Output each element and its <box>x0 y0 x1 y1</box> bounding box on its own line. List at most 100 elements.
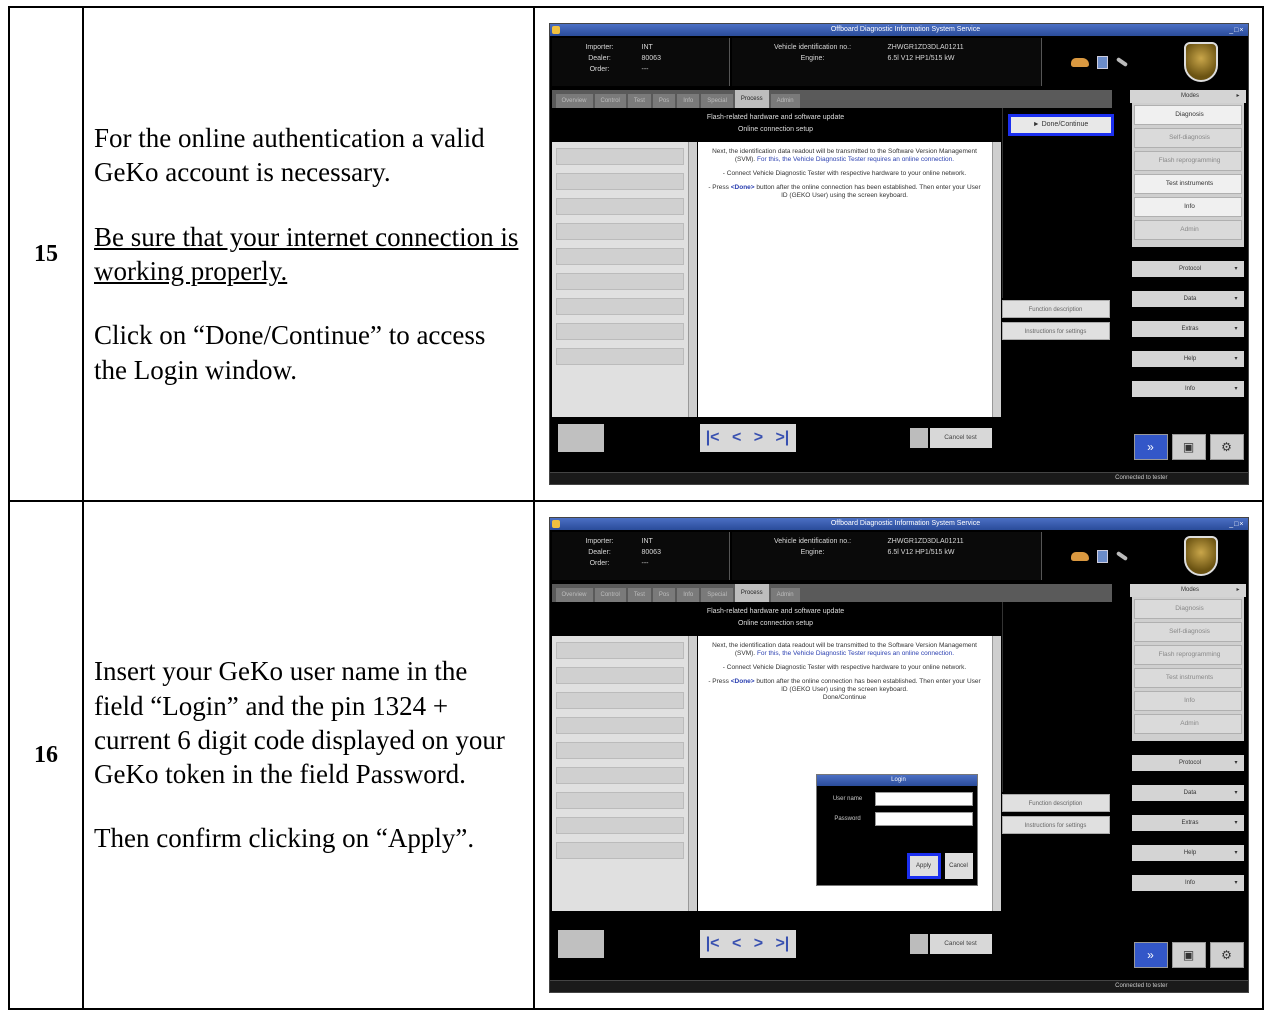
mode-self-diagnosis[interactable]: Self-diagnosis <box>1133 622 1242 642</box>
list-scrollbar[interactable] <box>687 636 697 911</box>
list-item[interactable] <box>555 642 684 659</box>
content-scrollbar[interactable] <box>991 636 1001 911</box>
cancel-test-button[interactable]: Cancel test <box>929 934 992 954</box>
modes-header[interactable]: Modes <box>1129 90 1246 103</box>
list-item[interactable] <box>555 148 684 165</box>
back-icon[interactable]: < <box>732 935 741 953</box>
function-description-button[interactable]: Function description <box>1001 300 1110 318</box>
mode-flash[interactable]: Flash reprogramming <box>1133 151 1242 171</box>
list-item[interactable] <box>555 767 684 784</box>
section-info[interactable]: Info <box>1131 381 1244 397</box>
section-extras[interactable]: Extras <box>1131 815 1244 831</box>
forward-icon[interactable]: > <box>754 935 763 953</box>
mode-admin[interactable]: Admin <box>1133 714 1242 734</box>
list-item[interactable] <box>555 298 684 315</box>
list-item[interactable] <box>555 842 684 859</box>
tab[interactable]: Overview <box>555 94 593 108</box>
list-item[interactable] <box>555 273 684 290</box>
section-protocol[interactable]: Protocol <box>1131 261 1244 277</box>
tab[interactable]: Info <box>677 588 700 602</box>
section-data[interactable]: Data <box>1131 291 1244 307</box>
mode-flash[interactable]: Flash reprogramming <box>1133 645 1242 665</box>
user-name-input[interactable] <box>874 792 973 806</box>
list-item[interactable] <box>555 792 684 809</box>
more-button[interactable] <box>909 934 928 954</box>
section-extras[interactable]: Extras <box>1131 321 1244 337</box>
list-item[interactable] <box>555 817 684 834</box>
forward-mode-icon[interactable]: » <box>1133 942 1168 968</box>
tab-process[interactable]: Process <box>734 90 769 108</box>
calculator-icon[interactable]: ▣ <box>1171 942 1206 968</box>
cancel-test-button[interactable]: Cancel test <box>929 428 992 448</box>
tab[interactable]: Special <box>701 588 733 602</box>
tab-bar: Overview Control Test Pos Info Special P… <box>551 584 1112 602</box>
mode-info[interactable]: Info <box>1133 691 1242 711</box>
modes-panel: Modes Diagnosis Self-diagnosis Flash rep… <box>1129 584 1246 926</box>
mode-buttons: » ▣ ⚙ <box>1133 434 1244 460</box>
list-item[interactable] <box>555 248 684 265</box>
tab[interactable]: Admin <box>770 588 800 602</box>
section-info[interactable]: Info <box>1131 875 1244 891</box>
modes-header[interactable]: Modes <box>1129 584 1246 597</box>
mode-self-diagnosis[interactable]: Self-diagnosis <box>1133 128 1242 148</box>
password-input[interactable] <box>874 812 973 826</box>
tab[interactable]: Overview <box>555 588 593 602</box>
list-item[interactable] <box>555 692 684 709</box>
tab[interactable]: Control <box>594 588 626 602</box>
instructions-settings-button[interactable]: Instructions for settings <box>1001 322 1110 340</box>
document-buttons[interactable] <box>557 424 604 452</box>
back-icon[interactable]: < <box>732 429 741 447</box>
tab[interactable]: Test <box>627 94 651 108</box>
list-item[interactable] <box>555 348 684 365</box>
tab[interactable]: Pos <box>652 588 676 602</box>
gear-icon[interactable]: ⚙ <box>1209 942 1244 968</box>
header-line: Online connection setup <box>737 620 814 627</box>
side-buttons: Function description Instructions for se… <box>1001 300 1110 344</box>
step-number: 16 <box>8 500 84 1010</box>
window-controls[interactable]: _□× <box>1229 519 1244 531</box>
section-data[interactable]: Data <box>1131 785 1244 801</box>
list-item[interactable] <box>555 223 684 240</box>
mode-admin[interactable]: Admin <box>1133 220 1242 240</box>
section-help[interactable]: Help <box>1131 351 1244 367</box>
list-item[interactable] <box>555 198 684 215</box>
mode-test-instruments[interactable]: Test instruments <box>1133 668 1242 688</box>
mode-test-instruments[interactable]: Test instruments <box>1133 174 1242 194</box>
list-item[interactable] <box>555 717 684 734</box>
done-continue-button[interactable]: ► Done/Continue <box>1007 114 1114 136</box>
mode-diagnosis[interactable]: Diagnosis <box>1133 599 1242 619</box>
apply-button[interactable]: Apply <box>906 853 941 879</box>
more-button[interactable] <box>909 428 928 448</box>
list-item[interactable] <box>555 323 684 340</box>
instructions-settings-button[interactable]: Instructions for settings <box>1001 816 1110 834</box>
section-protocol[interactable]: Protocol <box>1131 755 1244 771</box>
tab[interactable]: Info <box>677 94 700 108</box>
function-description-button[interactable]: Function description <box>1001 794 1110 812</box>
list-scrollbar[interactable] <box>687 142 697 417</box>
list-item[interactable] <box>555 667 684 684</box>
mode-info[interactable]: Info <box>1133 197 1242 217</box>
mode-diagnosis[interactable]: Diagnosis <box>1133 105 1242 125</box>
list-item[interactable] <box>555 742 684 759</box>
first-icon[interactable]: |< <box>706 429 720 447</box>
tab[interactable]: Admin <box>770 94 800 108</box>
app-icon <box>551 520 560 528</box>
window-controls[interactable]: _□× <box>1229 25 1244 37</box>
forward-mode-icon[interactable]: » <box>1133 434 1168 460</box>
tab[interactable]: Control <box>594 94 626 108</box>
calculator-icon[interactable]: ▣ <box>1171 434 1206 460</box>
gear-icon[interactable]: ⚙ <box>1209 434 1244 460</box>
tab[interactable]: Pos <box>652 94 676 108</box>
document-buttons[interactable] <box>557 930 604 958</box>
forward-icon[interactable]: > <box>754 429 763 447</box>
last-icon[interactable]: >| <box>775 429 789 447</box>
tab-process[interactable]: Process <box>734 584 769 602</box>
first-icon[interactable]: |< <box>706 935 720 953</box>
tab[interactable]: Test <box>627 588 651 602</box>
section-help[interactable]: Help <box>1131 845 1244 861</box>
content-scrollbar[interactable] <box>991 142 1001 417</box>
cancel-button[interactable]: Cancel <box>944 853 973 879</box>
last-icon[interactable]: >| <box>775 935 789 953</box>
tab[interactable]: Special <box>701 94 733 108</box>
list-item[interactable] <box>555 173 684 190</box>
